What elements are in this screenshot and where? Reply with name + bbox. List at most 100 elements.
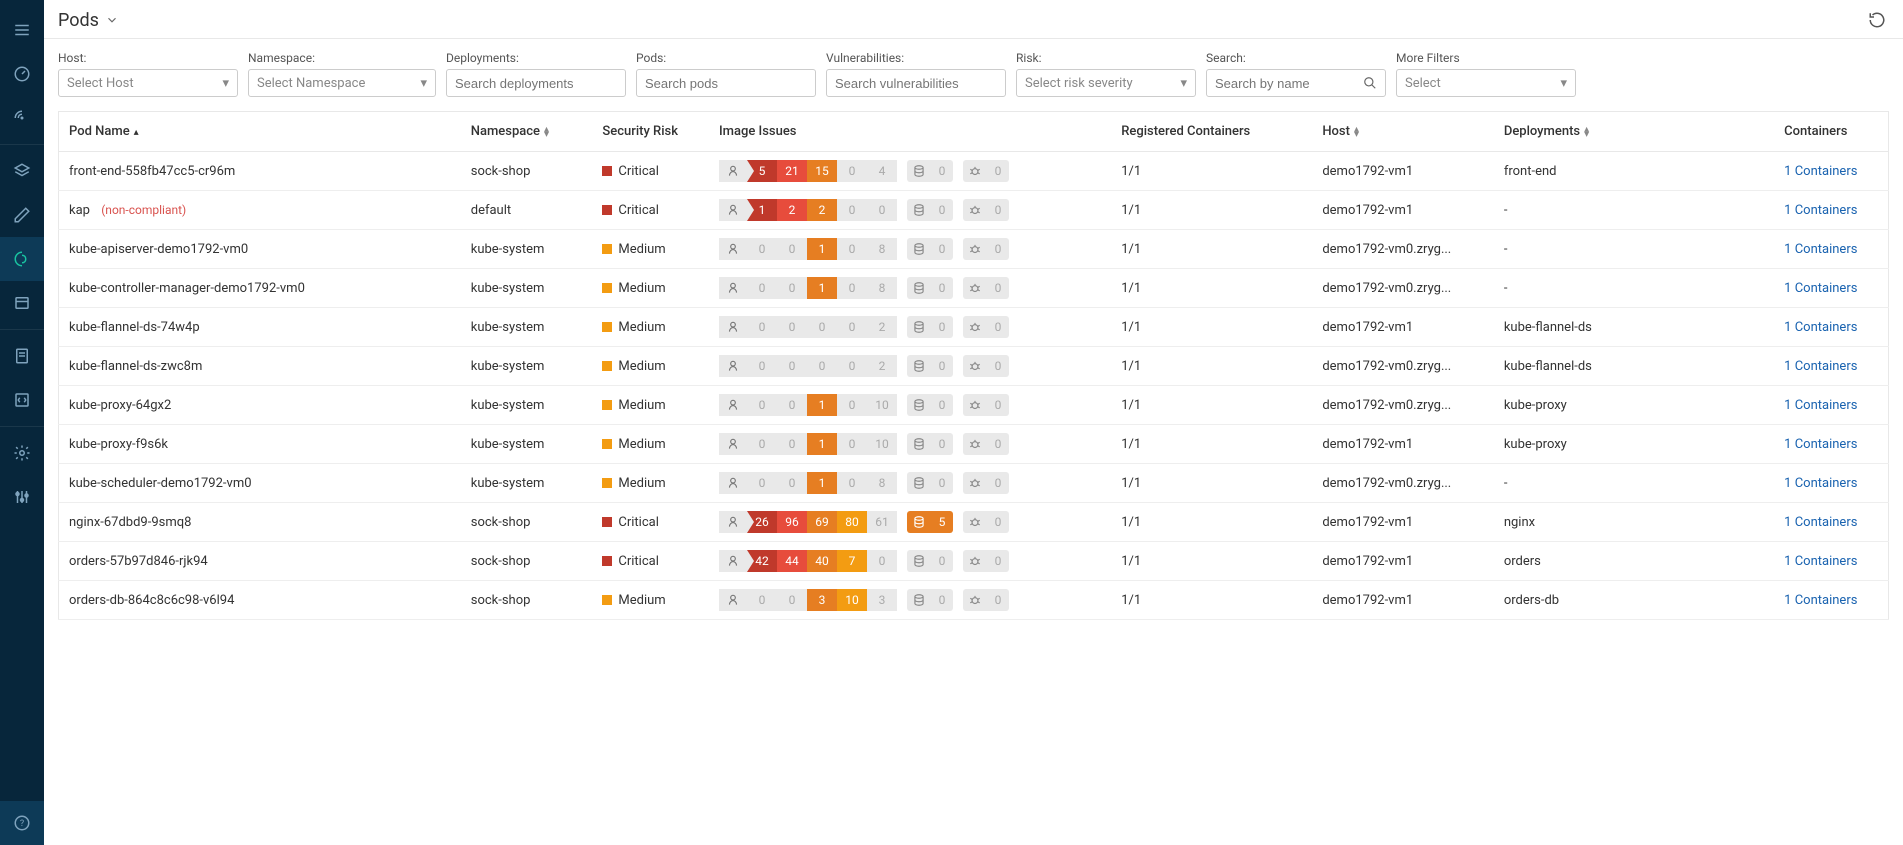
col-host[interactable]: Host▴▾	[1312, 112, 1494, 152]
search-input[interactable]	[1206, 69, 1386, 97]
table-row[interactable]: kube-controller-manager-demo1792-vm0kube…	[59, 269, 1889, 308]
risk-dot-icon	[602, 400, 612, 410]
sensitive-data-pill[interactable]: 0	[907, 238, 953, 260]
help-icon[interactable]: ?	[0, 801, 44, 845]
malware-pill[interactable]: 0	[963, 160, 1009, 182]
vuln-bar[interactable]: 12200	[719, 199, 897, 221]
vuln-icon	[719, 277, 747, 299]
containers-link[interactable]: 1 Containers	[1784, 281, 1857, 296]
sensitive-data-pill[interactable]: 0	[907, 550, 953, 572]
table-row[interactable]: kube-proxy-64gx2kube-systemMedium0010100…	[59, 386, 1889, 425]
containers-link[interactable]: 1 Containers	[1784, 515, 1857, 530]
col-containers[interactable]: Containers	[1774, 112, 1888, 152]
malware-pill[interactable]: 0	[963, 433, 1009, 455]
menu-icon[interactable]	[0, 8, 44, 52]
containers-link[interactable]: 1 Containers	[1784, 593, 1857, 608]
vuln-bar[interactable]: 00108	[719, 277, 897, 299]
malware-pill[interactable]: 0	[963, 394, 1009, 416]
vuln-bar[interactable]: 00108	[719, 238, 897, 260]
col-issues[interactable]: Image Issues	[709, 112, 1111, 152]
edit-icon[interactable]	[0, 193, 44, 237]
database-icon	[907, 316, 931, 338]
severity-count: 0	[867, 550, 897, 572]
containers-link[interactable]: 1 Containers	[1784, 164, 1857, 179]
containers-link[interactable]: 1 Containers	[1784, 242, 1857, 257]
risk-cell: Medium	[592, 464, 709, 503]
containers-link[interactable]: 1 Containers	[1784, 203, 1857, 218]
malware-pill[interactable]: 0	[963, 316, 1009, 338]
col-namespace[interactable]: Namespace▴▾	[461, 112, 593, 152]
table-row[interactable]: orders-db-864c8c6c98-v6l94sock-shopMediu…	[59, 581, 1889, 620]
table-row[interactable]: kap (non-compliant)defaultCritical122000…	[59, 191, 1889, 230]
table-row[interactable]: kube-proxy-f9s6kkube-systemMedium0010100…	[59, 425, 1889, 464]
col-risk[interactable]: Security Risk	[592, 112, 709, 152]
deployments-input[interactable]	[446, 69, 626, 97]
workloads-icon[interactable]	[0, 237, 44, 281]
malware-pill[interactable]: 0	[963, 277, 1009, 299]
dashboard-icon[interactable]	[0, 52, 44, 96]
radar-icon[interactable]	[0, 96, 44, 140]
containers-link[interactable]: 1 Containers	[1784, 476, 1857, 491]
sensitive-data-pill[interactable]: 0	[907, 316, 953, 338]
vuln-icon	[719, 589, 747, 611]
sliders-icon[interactable]	[0, 475, 44, 519]
layers-icon[interactable]	[0, 149, 44, 193]
vuln-bar[interactable]: 00108	[719, 472, 897, 494]
containers-icon[interactable]	[0, 281, 44, 325]
host-select[interactable]: Select Host ▾	[58, 69, 238, 97]
vuln-bar[interactable]: 00002	[719, 316, 897, 338]
sensitive-data-pill[interactable]: 0	[907, 199, 953, 221]
table-row[interactable]: nginx-67dbd9-9smq8sock-shopCritical26966…	[59, 503, 1889, 542]
namespace-select[interactable]: Select Namespace ▾	[248, 69, 436, 97]
vuln-bar[interactable]: 001010	[719, 433, 897, 455]
containers-link[interactable]: 1 Containers	[1784, 359, 1857, 374]
pods-input[interactable]	[636, 69, 816, 97]
containers-link[interactable]: 1 Containers	[1784, 554, 1857, 569]
document-icon[interactable]	[0, 334, 44, 378]
risk-select[interactable]: Select risk severity ▾	[1016, 69, 1196, 97]
bug-icon	[963, 511, 987, 533]
page-title[interactable]: Pods	[58, 10, 119, 31]
vuln-bar[interactable]: 2696698061	[719, 511, 897, 533]
sensitive-data-pill[interactable]: 0	[907, 472, 953, 494]
issues-cell: 00002 00	[709, 308, 1111, 347]
sensitive-data-pill[interactable]: 0	[907, 433, 953, 455]
sensitive-data-pill[interactable]: 0	[907, 355, 953, 377]
vuln-bar[interactable]: 001010	[719, 394, 897, 416]
containers-link[interactable]: 1 Containers	[1784, 320, 1857, 335]
malware-pill[interactable]: 0	[963, 355, 1009, 377]
sensitive-data-pill[interactable]: 0	[907, 160, 953, 182]
gear-icon[interactable]	[0, 431, 44, 475]
table-row[interactable]: kube-flannel-ds-zwc8mkube-systemMedium00…	[59, 347, 1889, 386]
vuln-bar[interactable]: 42444070	[719, 550, 897, 572]
pod-name-cell: kube-flannel-ds-zwc8m	[59, 347, 461, 386]
vulnerabilities-input[interactable]	[826, 69, 1006, 97]
malware-pill[interactable]: 0	[963, 238, 1009, 260]
containers-link[interactable]: 1 Containers	[1784, 437, 1857, 452]
col-podname[interactable]: Pod Name▴	[59, 112, 461, 152]
sensitive-data-pill[interactable]: 0	[907, 589, 953, 611]
severity-count: 0	[837, 433, 867, 455]
malware-pill[interactable]: 0	[963, 511, 1009, 533]
malware-pill[interactable]: 0	[963, 550, 1009, 572]
sensitive-data-pill[interactable]: 0	[907, 277, 953, 299]
table-row[interactable]: front-end-558fb47cc5-cr96msock-shopCriti…	[59, 152, 1889, 191]
table-row[interactable]: kube-apiserver-demo1792-vm0kube-systemMe…	[59, 230, 1889, 269]
sensitive-data-pill[interactable]: 0	[907, 394, 953, 416]
table-row[interactable]: orders-57b97d846-rjk94sock-shopCritical4…	[59, 542, 1889, 581]
table-row[interactable]: kube-flannel-ds-74w4pkube-systemMedium00…	[59, 308, 1889, 347]
sensitive-data-pill[interactable]: 5	[907, 511, 953, 533]
vuln-bar[interactable]: 00002	[719, 355, 897, 377]
code-icon[interactable]	[0, 378, 44, 422]
col-registered[interactable]: Registered Containers	[1111, 112, 1312, 152]
table-row[interactable]: kube-scheduler-demo1792-vm0kube-systemMe…	[59, 464, 1889, 503]
col-deployments[interactable]: Deployments▴▾	[1494, 112, 1774, 152]
malware-pill[interactable]: 0	[963, 199, 1009, 221]
containers-link[interactable]: 1 Containers	[1784, 398, 1857, 413]
malware-pill[interactable]: 0	[963, 472, 1009, 494]
malware-pill[interactable]: 0	[963, 589, 1009, 611]
refresh-icon[interactable]	[1865, 8, 1889, 32]
vuln-bar[interactable]: 003103	[719, 589, 897, 611]
more-select[interactable]: Select ▾	[1396, 69, 1576, 97]
vuln-bar[interactable]: 5211504	[719, 160, 897, 182]
